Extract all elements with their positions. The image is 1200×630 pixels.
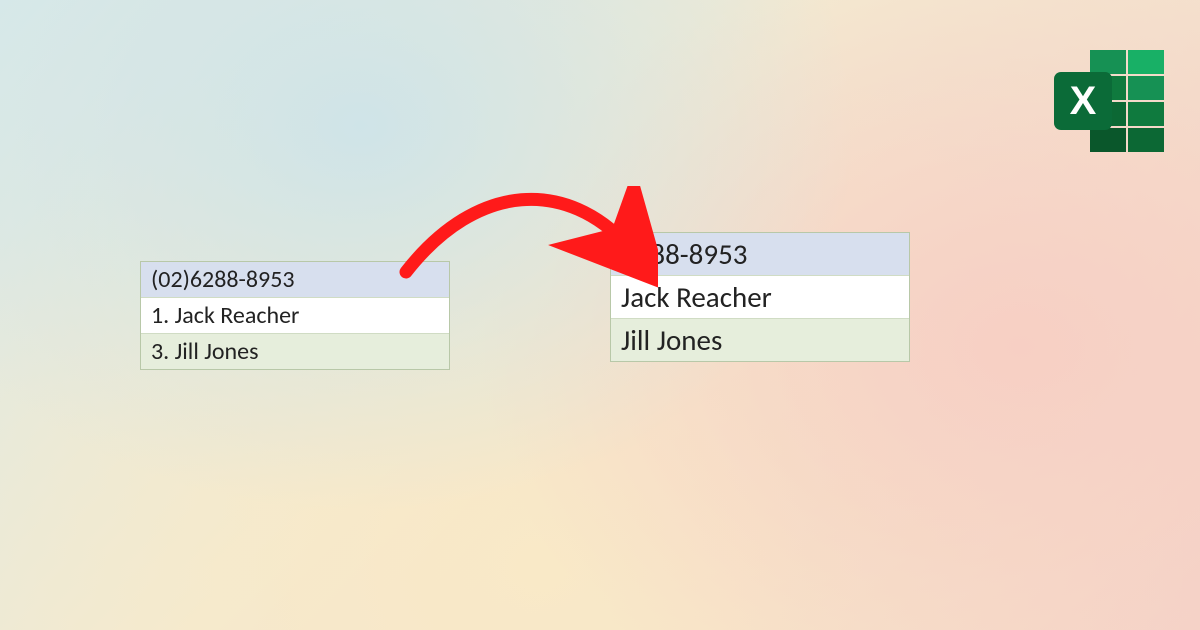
table-row: Jill Jones [611,319,909,361]
table-row: 1. Jack Reacher [141,298,449,334]
table-row: 3. Jill Jones [141,334,449,369]
excel-icon: X [1048,46,1166,158]
arrow-icon [388,186,658,296]
excel-letter: X [1070,79,1097,123]
